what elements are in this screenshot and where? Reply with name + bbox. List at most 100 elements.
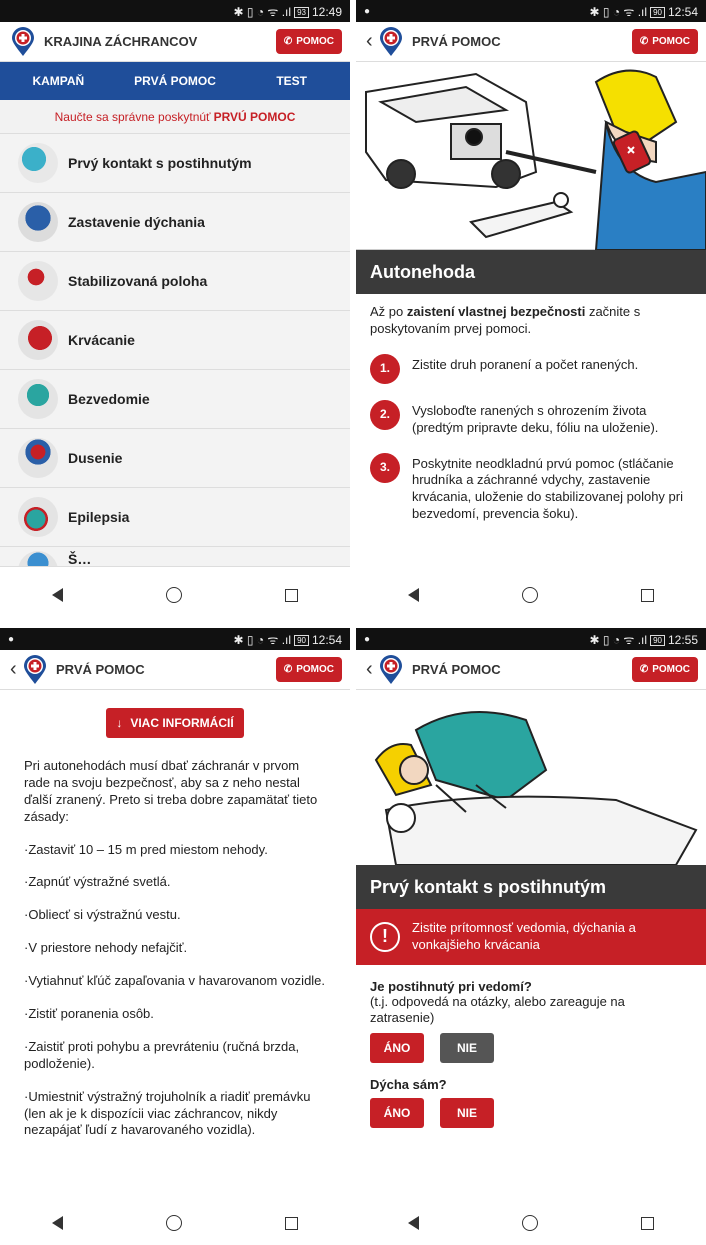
emergency-call-label: POMOC: [296, 664, 334, 675]
answer-buttons: ÁNO NIE: [370, 1097, 692, 1128]
no-button[interactable]: NIE: [440, 1097, 494, 1128]
app-bar: ‹ PRVÁ POMOC ✆ POMOC: [356, 22, 706, 62]
step-text: Poskytnite neodkladnú prvú pomoc (stláča…: [412, 455, 683, 522]
first-contact-illustration-svg: [374, 711, 698, 866]
alert-banner: ! Zistite prítomnosť vedomia, dýchania a…: [356, 909, 706, 965]
emergency-call-button[interactable]: ✆ POMOC: [275, 29, 342, 54]
app-title: PRVÁ POMOC: [56, 662, 145, 677]
back-nav-icon[interactable]: [51, 588, 63, 602]
panel-car-accident: ● ✱ ▯ ◔ ᯤ .ıl 90 12:54 ‹ PRVÁ POMOC ✆ POMOC: [356, 0, 706, 617]
status-bar: ● ✱ ▯ ◔ ᯤ .ıl 90 12:54: [0, 628, 350, 650]
car-accident-illustration-svg: [365, 69, 706, 251]
status-icons: ✱ ▯ ◔ ᯤ .ıl 90 12:55: [589, 632, 698, 647]
intro-text-plain: Naučte sa správne poskytnúť: [54, 109, 211, 124]
list-item[interactable]: Stabilizovaná poloha: [0, 252, 350, 311]
list-item[interactable]: Zastavenie dýchania: [0, 193, 350, 252]
app-title: KRAJINA ZÁCHRANCOV: [44, 34, 198, 49]
recents-nav-icon[interactable]: [285, 1216, 299, 1230]
section-title: Autonehoda: [356, 250, 706, 294]
emergency-call-label: POMOC: [296, 36, 334, 47]
list-item-label: Zastavenie dýchania: [68, 214, 205, 230]
system-nav-bar: [0, 1201, 350, 1245]
list-item-label: Prvý kontakt s postihnutým: [68, 155, 252, 171]
section-title: Prvý kontakt s postihnutým: [356, 865, 706, 909]
back-nav-icon[interactable]: [51, 1216, 63, 1230]
rule-item: ·Zistiť poranenia osôb.: [24, 1006, 154, 1022]
first-contact-illustration: [356, 690, 706, 866]
recents-nav-icon[interactable]: [285, 588, 299, 602]
list-item-label: Dusenie: [68, 450, 123, 466]
step-item: 3. Poskytnite neodkladnú prvú pomoc (stlá…: [370, 452, 692, 524]
list-item[interactable]: Epilepsia: [0, 488, 350, 547]
clock: 12:55: [667, 632, 698, 647]
back-nav-icon[interactable]: [407, 588, 419, 602]
home-nav-icon[interactable]: [521, 1215, 538, 1231]
list-item[interactable]: Prvý kontakt s postihnutým: [0, 134, 350, 193]
emergency-call-button[interactable]: ✆ POMOC: [275, 657, 342, 682]
phone-icon: ✆: [283, 664, 293, 675]
intro-text-plain: Až po: [370, 304, 404, 319]
app-title: PRVÁ POMOC: [412, 662, 501, 677]
back-arrow-icon[interactable]: ‹: [10, 658, 20, 681]
app-logo-icon: [24, 654, 46, 684]
app-bar: ‹ PRVÁ POMOC ✆ POMOC: [0, 650, 350, 690]
topic-list: Prvý kontakt s postihnutým Zastavenie dý…: [0, 134, 350, 567]
phone-icon: ✆: [639, 36, 649, 47]
app-logo-icon: [380, 654, 402, 684]
status-icons: ✱ ▯ ◔ ᯤ .ıl 90 12:54: [233, 632, 342, 647]
status-bar: ● ✱ ▯ ◔ ᯤ .ıl 90 12:54: [356, 0, 706, 22]
intro-text: Naučte sa správne poskytnúť PRVÚ POMOC: [0, 100, 350, 134]
app-logo-icon[interactable]: [10, 26, 36, 57]
back-arrow-icon[interactable]: ‹: [366, 658, 376, 681]
shock-thumbnail: [18, 551, 58, 566]
tab-kampan[interactable]: KAMPAŇ: [0, 62, 117, 100]
list-item[interactable]: Krvácanie: [0, 311, 350, 370]
rule-item: ·Umiestniť výstražný trojuholník a riadi…: [24, 1088, 311, 1138]
system-nav-bar: [0, 573, 350, 617]
clock: 12:54: [311, 632, 342, 647]
list-item[interactable]: Š…: [0, 547, 350, 567]
article-body: Až po zaistení vlastnej bezpečnosti začn…: [356, 294, 706, 533]
home-nav-icon[interactable]: [165, 1215, 182, 1231]
question-block: Je postihnutý pri vedomí? (t.j. odpovedá…: [356, 979, 706, 1063]
system-nav-bar: [356, 573, 706, 617]
panel-more-info: ● ✱ ▯ ◔ ᯤ .ıl 90 12:54 ‹ PRVÁ POMOC ✆ POMOC…: [0, 628, 350, 1245]
list-item[interactable]: Bezvedomie: [0, 370, 350, 429]
home-nav-icon[interactable]: [521, 587, 538, 603]
breathing-stop-thumbnail: [18, 202, 58, 242]
emergency-call-button[interactable]: ✆ POMOC: [631, 657, 698, 682]
yes-button[interactable]: ÁNO: [370, 1097, 424, 1128]
yes-button[interactable]: ÁNO: [370, 1032, 424, 1063]
car-accident-illustration: [356, 62, 706, 251]
status-icons: ✱ ▯ ◔ ᯤ .ıl 93 12:49: [233, 4, 342, 19]
tab-test[interactable]: TEST: [233, 62, 350, 100]
epilepsy-thumbnail: [18, 497, 58, 537]
no-button[interactable]: NIE: [440, 1032, 494, 1063]
rule-item: ·Zastaviť 10 – 15 m pred miestom nehody.: [24, 841, 268, 857]
step-text: Zistite druh poranení a počet ranených.: [412, 356, 639, 372]
home-nav-icon[interactable]: [165, 587, 182, 603]
phone-icon: ✆: [639, 664, 649, 675]
app-title: PRVÁ POMOC: [412, 34, 501, 49]
clock: 12:49: [311, 4, 342, 19]
rule-item: ·Vytiahnuť kľúč zapaľovania v havarovano…: [24, 973, 326, 989]
recents-nav-icon[interactable]: [641, 1216, 655, 1230]
recents-nav-icon[interactable]: [641, 588, 655, 602]
rule-item: ·Zaistiť proti pohybu a prevráteniu (ruč…: [24, 1038, 300, 1071]
notification-icon: ●: [364, 633, 371, 645]
article-body: Pri autonehodách musí dbať záchranár v p…: [0, 758, 350, 1139]
emergency-call-label: POMOC: [652, 36, 690, 47]
list-item[interactable]: Dusenie: [0, 429, 350, 488]
tab-prva-pomoc[interactable]: PRVÁ POMOC: [116, 62, 234, 100]
rule-item: ·Obliecť si výstražnú vestu.: [24, 907, 181, 923]
emergency-call-button[interactable]: ✆ POMOC: [631, 29, 698, 54]
battery-icon: 90: [650, 6, 665, 18]
rule-item: ·V priestore nehody nefajčiť.: [24, 940, 188, 956]
question-title: Dýcha sám?: [370, 1076, 447, 1092]
back-nav-icon[interactable]: [407, 1216, 419, 1230]
step-item: 2. Vysloboďte ranených s ohrozením života…: [370, 399, 692, 437]
panel-first-aid-list: ✱ ▯ ◔ ᯤ .ıl 93 12:49 KRAJINA ZÁCHRANCOV ✆ P…: [0, 0, 350, 617]
more-info-button[interactable]: ↓ VIAC INFORMÁCIÍ: [106, 708, 244, 738]
back-arrow-icon[interactable]: ‹: [366, 30, 376, 53]
question-title: Je postihnutý pri vedomí?: [370, 979, 532, 994]
